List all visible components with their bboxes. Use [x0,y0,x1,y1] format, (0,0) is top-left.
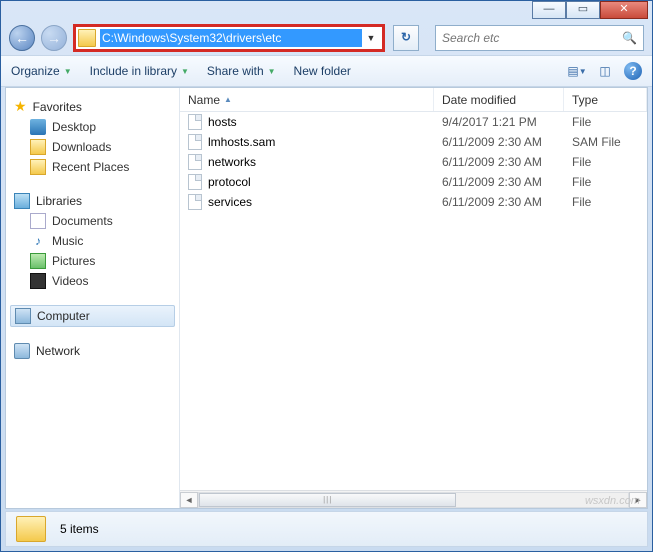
navigation-pane: ★Favorites Desktop Downloads Recent Plac… [6,88,180,508]
table-row[interactable]: protocol 6/11/2009 2:30 AMFile [180,172,647,192]
music-icon: ♪ [30,233,46,249]
recent-icon [30,159,46,175]
file-name: networks [208,155,256,169]
file-icon [188,134,202,150]
file-date: 6/11/2009 2:30 AM [434,135,564,149]
file-name: protocol [208,175,251,189]
sidebar-item-computer[interactable]: Computer [10,305,175,327]
sidebar-favorites-header[interactable]: ★Favorites [10,96,175,117]
view-options-icon[interactable]: ▤▼ [568,62,586,80]
sidebar-item-downloads[interactable]: Downloads [10,137,175,157]
file-date: 6/11/2009 2:30 AM [434,155,564,169]
file-icon [188,174,202,190]
file-name: services [208,195,252,209]
file-type: File [564,195,647,209]
libraries-icon [14,193,30,209]
column-headers: Name▲ Date modified Type [180,88,647,112]
status-bar: 5 items [5,511,648,547]
file-type: SAM File [564,135,647,149]
explorer-window: — ▭ ✕ ← → ▼ ↻ 🔍 Organize▼ Include in lib… [0,0,653,552]
file-list-pane: Name▲ Date modified Type hosts 9/4/2017 1… [180,88,647,508]
file-icon [188,114,202,130]
preview-pane-icon[interactable]: ◫ [596,62,614,80]
scroll-left-icon[interactable]: ◄ [180,492,198,508]
address-bar[interactable]: ▼ [73,24,385,52]
search-box[interactable]: 🔍 [435,25,644,51]
horizontal-scrollbar[interactable]: ◄ ||| ► [180,490,647,508]
search-input[interactable] [442,31,622,45]
sidebar-item-recent-places[interactable]: Recent Places [10,157,175,177]
file-date: 9/4/2017 1:21 PM [434,115,564,129]
table-row[interactable]: hosts 9/4/2017 1:21 PMFile [180,112,647,132]
scroll-thumb[interactable]: ||| [199,493,456,507]
file-date: 6/11/2009 2:30 AM [434,175,564,189]
videos-icon [30,273,46,289]
address-input[interactable] [100,29,362,47]
sort-ascending-icon: ▲ [224,95,232,104]
file-icon [188,154,202,170]
column-type[interactable]: Type [564,88,647,111]
network-icon [14,343,30,359]
new-folder-button[interactable]: New folder [294,64,351,78]
file-date: 6/11/2009 2:30 AM [434,195,564,209]
maximize-button[interactable]: ▭ [566,1,600,19]
folder-icon [16,516,46,542]
sidebar-item-pictures[interactable]: Pictures [10,251,175,271]
file-name: hosts [208,115,237,129]
file-icon [188,194,202,210]
status-item-count: 5 items [60,522,99,536]
organize-button[interactable]: Organize▼ [11,64,72,78]
desktop-icon [30,119,46,135]
folder-icon [78,29,96,47]
sidebar-item-network[interactable]: Network [10,341,175,361]
sidebar-item-documents[interactable]: Documents [10,211,175,231]
column-date[interactable]: Date modified [434,88,564,111]
file-type: File [564,115,647,129]
sidebar-libraries-header[interactable]: Libraries [10,191,175,211]
scroll-track[interactable]: ||| [198,492,629,508]
downloads-icon [30,139,46,155]
file-type: File [564,175,647,189]
documents-icon [30,213,46,229]
table-row[interactable]: services 6/11/2009 2:30 AMFile [180,192,647,212]
table-row[interactable]: lmhosts.sam 6/11/2009 2:30 AMSAM File [180,132,647,152]
close-button[interactable]: ✕ [600,1,648,19]
refresh-button[interactable]: ↻ [393,25,419,51]
help-icon[interactable]: ? [624,62,642,80]
star-icon: ★ [14,98,27,115]
sidebar-item-videos[interactable]: Videos [10,271,175,291]
titlebar: — ▭ ✕ [1,1,652,21]
sidebar-item-desktop[interactable]: Desktop [10,117,175,137]
include-in-library-button[interactable]: Include in library▼ [90,64,189,78]
pictures-icon [30,253,46,269]
file-rows: hosts9/4/2017 1:21 PMFilelmhosts.sam6/11… [180,112,647,490]
share-with-button[interactable]: Share with▼ [207,64,276,78]
computer-icon [15,308,31,324]
file-name: lmhosts.sam [208,135,275,149]
file-type: File [564,155,647,169]
address-dropdown-icon[interactable]: ▼ [362,33,380,43]
forward-button[interactable]: → [41,25,67,51]
column-name[interactable]: Name▲ [180,88,434,111]
watermark: wsxdn.com [585,495,640,507]
nav-row: ← → ▼ ↻ 🔍 [1,21,652,55]
minimize-button[interactable]: — [532,1,566,19]
table-row[interactable]: networks 6/11/2009 2:30 AMFile [180,152,647,172]
toolbar: Organize▼ Include in library▼ Share with… [1,55,652,87]
sidebar-item-music[interactable]: ♪Music [10,231,175,251]
content-area: ★Favorites Desktop Downloads Recent Plac… [5,87,648,509]
search-icon: 🔍 [622,31,637,45]
back-button[interactable]: ← [9,25,35,51]
